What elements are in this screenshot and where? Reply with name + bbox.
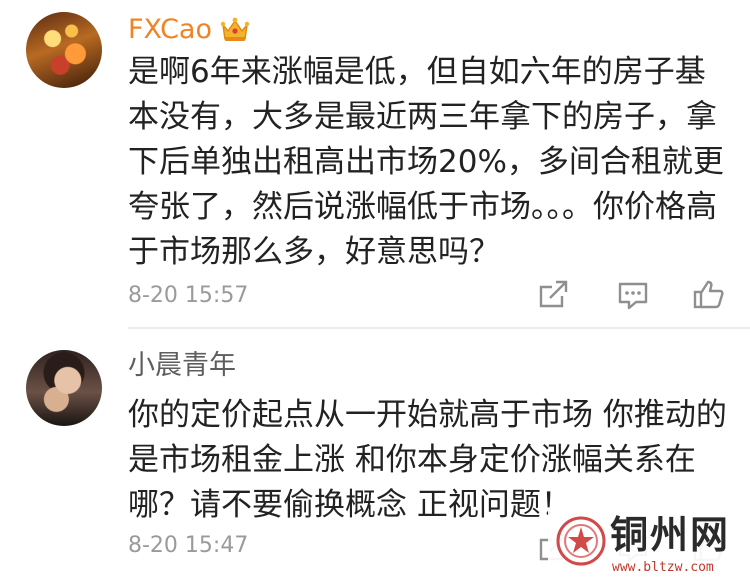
avatar[interactable] [26, 12, 102, 88]
comment-header: FXCao [128, 10, 250, 50]
reply-icon[interactable] [616, 279, 650, 311]
watermark-url: www.bltzw.com [612, 560, 714, 575]
avatar[interactable] [26, 350, 102, 426]
share-icon[interactable] [536, 279, 570, 311]
site-watermark: 铜州网 www.bltzw.com [548, 508, 750, 580]
comment-header: 小晨青年 [128, 346, 236, 386]
vip-crown-icon [220, 16, 250, 44]
site-logo-icon [556, 516, 606, 566]
timestamp: 8-20 15:57 [128, 283, 249, 308]
like-icon[interactable] [692, 279, 726, 311]
comment-actions [536, 279, 726, 311]
timestamp: 8-20 15:47 [128, 533, 249, 558]
comment-text: 是啊6年来涨幅是低，但自如六年的房子基本没有，大多是最近两三年拿下的房子，拿下后… [128, 54, 724, 270]
watermark-title: 铜州网 [610, 512, 731, 557]
username[interactable]: 小晨青年 [128, 346, 236, 386]
username[interactable]: FXCao [128, 10, 212, 50]
comment-item: FXCao 是啊6年来涨幅是低，但自如六年的房子基本没有，大多是最近两三年拿下的… [0, 0, 750, 327]
comment-list: FXCao 是啊6年来涨幅是低，但自如六年的房子基本没有，大多是最近两三年拿下的… [0, 0, 750, 580]
